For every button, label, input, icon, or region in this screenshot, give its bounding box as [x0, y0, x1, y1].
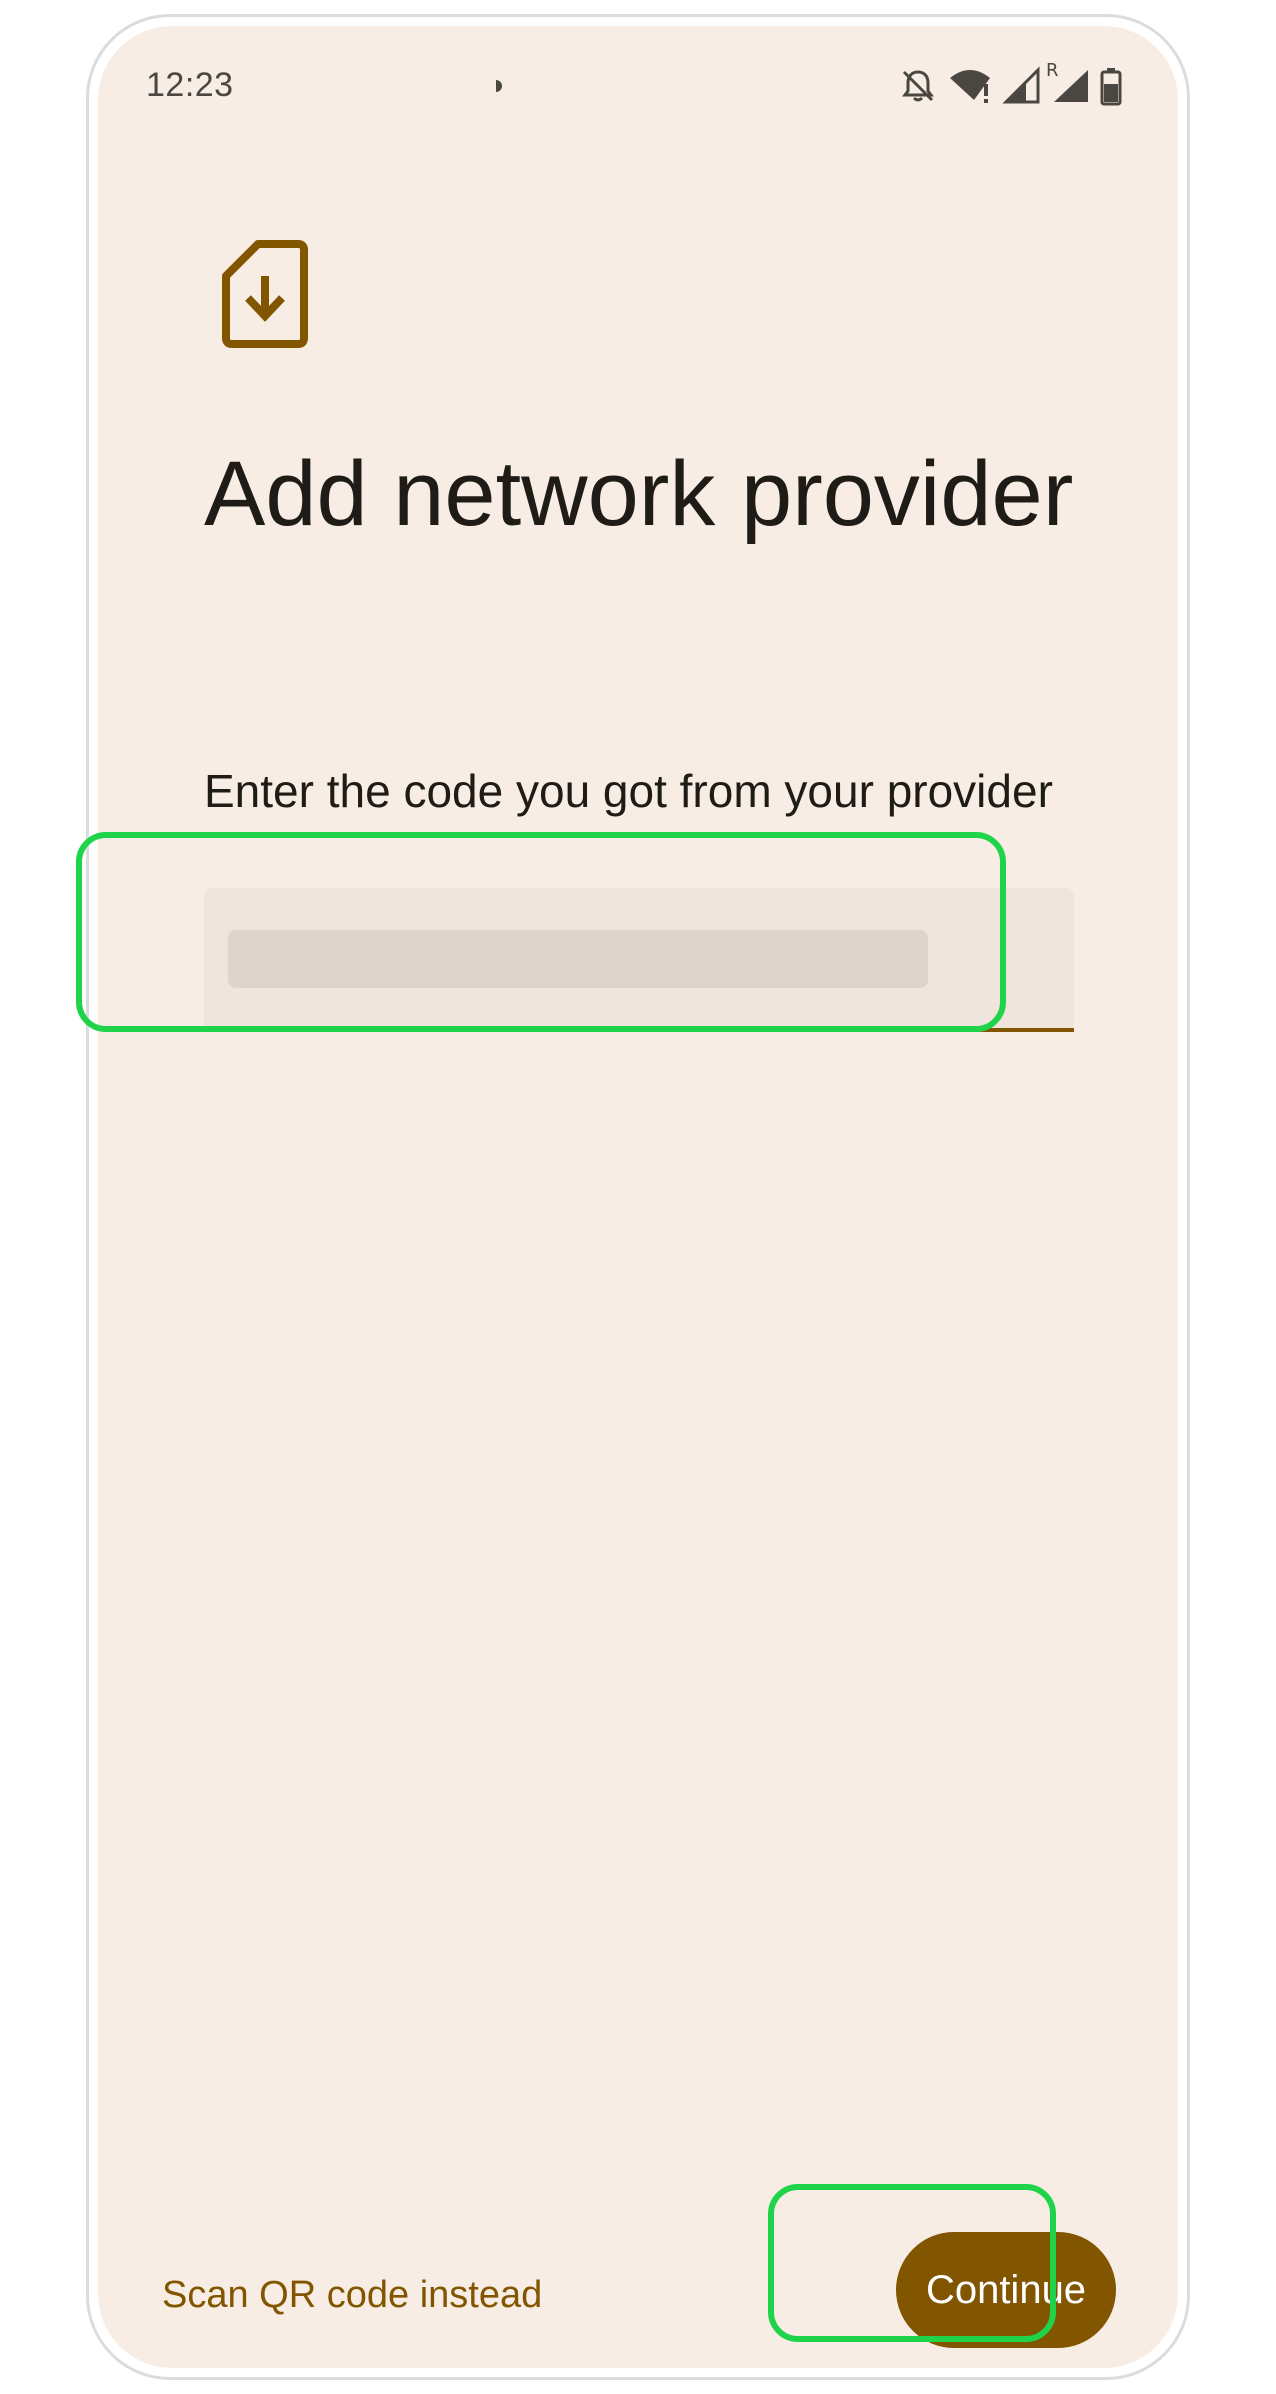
- battery-icon: [1100, 66, 1122, 106]
- scan-qr-code-link[interactable]: Scan QR code instead: [162, 2274, 542, 2317]
- screen: 12:23 R Add network provider Enter the c…: [98, 26, 1178, 2368]
- roaming-label: R: [1046, 60, 1059, 81]
- page-subtitle: Enter the code you got from your provide…: [204, 765, 1053, 817]
- roaming-signal-icon: R: [1046, 60, 1090, 106]
- continue-button-highlight: [768, 2184, 1056, 2342]
- code-field-highlight: [76, 832, 1006, 1032]
- cellular-signal-icon: [1002, 66, 1040, 106]
- bell-off-icon: [898, 66, 938, 106]
- status-icons: R: [898, 60, 1122, 108]
- wifi-alert-icon: [948, 66, 992, 106]
- status-time: 12:23: [146, 66, 234, 104]
- status-bar: 12:23 R: [98, 26, 1178, 136]
- page-title: Add network provider: [204, 443, 1074, 545]
- sim-card-download-icon: [220, 238, 310, 350]
- notification-dot-icon: [496, 80, 502, 92]
